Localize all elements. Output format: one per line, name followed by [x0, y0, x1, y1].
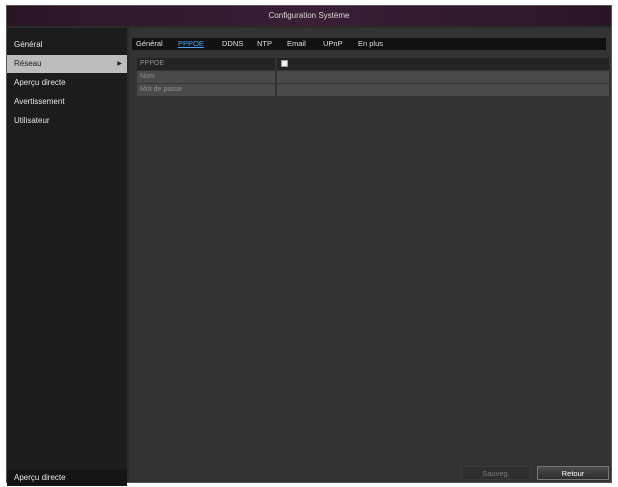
live-view-shortcut[interactable]: Aperçu directe — [7, 470, 127, 486]
back-button[interactable]: Retour — [537, 466, 609, 480]
sidebar-item-label: Avertissement — [14, 97, 65, 106]
sidebar-item-label: Général — [14, 40, 43, 49]
sidebar-item-label: Aperçu directe — [14, 78, 66, 87]
form-row-pppoe-enable: PPPOE — [137, 58, 609, 70]
sidebar-item-network[interactable]: Réseau ▶ — [7, 55, 127, 73]
form-row-username: Nom — [137, 71, 609, 83]
chevron-right-icon: ▶ — [117, 61, 122, 67]
pppoe-enable-checkbox[interactable] — [281, 60, 288, 67]
form-label: Nom — [137, 71, 275, 83]
sidebar-item-live-view[interactable]: Aperçu directe — [7, 74, 127, 92]
form-row-password: Mot de passe — [137, 84, 609, 96]
tab-upnp[interactable]: UPnP — [323, 38, 343, 50]
sidebar-item-label: Utilisateur — [14, 116, 50, 125]
main-panel: Général PPPOE DDNS NTP Email UPnP En plu… — [129, 28, 611, 482]
config-window: Configuration Système Général Réseau ▶ A… — [6, 5, 612, 486]
password-field[interactable] — [277, 84, 609, 96]
tab-ddns[interactable]: DDNS — [222, 38, 243, 50]
window-title: Configuration Système — [7, 6, 611, 26]
form-label: PPPOE — [137, 58, 275, 70]
sidebar-item-user[interactable]: Utilisateur — [7, 112, 127, 130]
tab-general[interactable]: Général — [136, 38, 163, 50]
username-field[interactable] — [277, 71, 609, 83]
tab-email[interactable]: Email — [287, 38, 306, 50]
tab-pppoe[interactable]: PPPOE — [178, 38, 204, 50]
tab-bar: Général PPPOE DDNS NTP Email UPnP En plu… — [132, 38, 606, 50]
save-button[interactable]: Sauveg. — [461, 466, 531, 480]
sidebar-item-label: Réseau — [14, 59, 42, 68]
form-label: Mot de passe — [137, 84, 275, 96]
sidebar-item-alarm[interactable]: Avertissement — [7, 93, 127, 111]
sidebar: Général Réseau ▶ Aperçu directe Avertiss… — [7, 28, 127, 486]
tab-ntp[interactable]: NTP — [257, 38, 272, 50]
tab-more[interactable]: En plus — [358, 38, 383, 50]
sidebar-item-general[interactable]: Général — [7, 36, 127, 54]
